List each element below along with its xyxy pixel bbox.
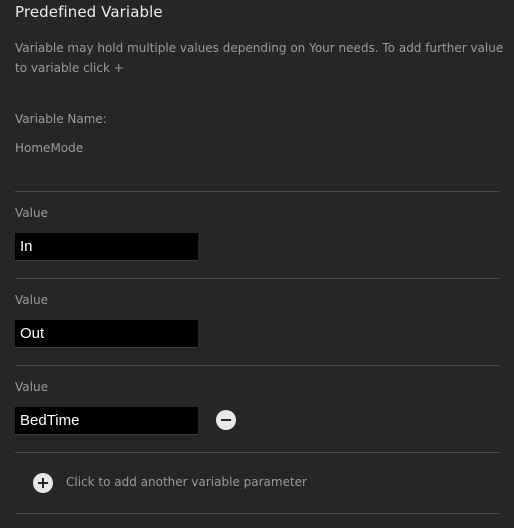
- value-input-3[interactable]: [15, 407, 198, 435]
- minus-circle-icon: [221, 419, 231, 421]
- value-label-3: Value: [15, 380, 48, 394]
- remove-value-button[interactable]: [216, 410, 236, 430]
- divider: [15, 278, 499, 279]
- predefined-variable-panel: Predefined Variable Variable may hold mu…: [0, 0, 514, 528]
- divider: [15, 452, 499, 453]
- plus-circle-icon: [33, 473, 53, 493]
- variable-name-value: HomeMode: [15, 141, 84, 155]
- value-input-1[interactable]: [15, 233, 198, 261]
- add-parameter-label: Click to add another variable parameter: [66, 475, 307, 489]
- panel-title: Predefined Variable: [15, 3, 163, 21]
- value-label-1: Value: [15, 206, 48, 220]
- value-input-2[interactable]: [15, 320, 198, 348]
- divider: [15, 191, 499, 192]
- panel-description: Variable may hold multiple values depend…: [15, 41, 504, 75]
- divider: [15, 513, 499, 514]
- divider: [15, 365, 499, 366]
- value-label-2: Value: [15, 293, 48, 307]
- variable-name-label: Variable Name:: [15, 112, 107, 126]
